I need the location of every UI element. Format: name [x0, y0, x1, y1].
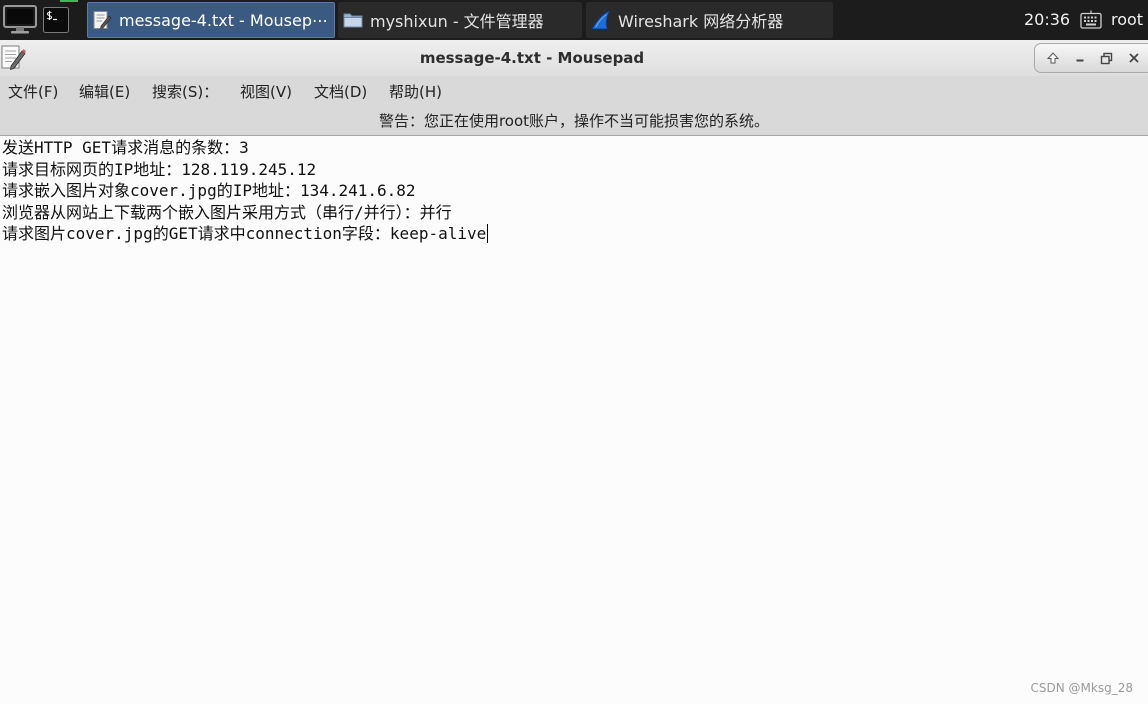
show-desktop-launcher[interactable] — [3, 5, 37, 35]
wireshark-fin-icon — [591, 9, 611, 31]
taskbar: message-4.txt - Mousep⋯ myshixun - 文件管理器… — [0, 0, 1148, 40]
task-label: message-4.txt - Mousep⋯ — [119, 10, 328, 30]
task-label: Wireshark 网络分析器 — [618, 12, 784, 31]
text-editor-area[interactable]: 发送HTTP GET请求消息的条数：3 请求目标网页的IP地址：128.119.… — [0, 136, 1148, 704]
editor-line[interactable]: 发送HTTP GET请求消息的条数：3 — [2, 137, 1148, 159]
task-button-mousepad[interactable]: message-4.txt - Mousep⋯ — [87, 2, 335, 38]
editor-line[interactable]: 请求目标网页的IP地址：128.119.245.12 — [2, 159, 1148, 181]
task-button-file-manager[interactable]: myshixun - 文件管理器 — [338, 2, 582, 38]
menu-view[interactable]: 视图(V) — [240, 81, 292, 102]
shade-button[interactable] — [1039, 44, 1066, 72]
menu-document[interactable]: 文档(D) — [314, 81, 367, 102]
close-icon — [1128, 52, 1140, 64]
shade-up-icon — [1046, 52, 1059, 64]
window-controls — [1034, 43, 1148, 73]
editor-line-text: 发送HTTP GET请求消息的条数：3 — [2, 138, 249, 157]
editor-line[interactable]: 请求嵌入图片对象cover.jpg的IP地址：134.241.6.82 — [2, 180, 1148, 202]
user-menu[interactable]: root — [1111, 10, 1143, 29]
menu-bar: 文件(F) 编辑(E) 搜索(S)： 视图(V) 文档(D) 帮助(H) — [0, 76, 1148, 104]
csdn-watermark: CSDN @Mksg_28 — [1030, 681, 1133, 695]
restore-icon — [1100, 52, 1113, 65]
editor-line[interactable]: 浏览器从网站上下载两个嵌入图片采用方式（串行/并行）：并行 — [2, 202, 1148, 224]
editor-line-text: 浏览器从网站上下载两个嵌入图片采用方式（串行/并行）：并行 — [2, 202, 452, 222]
keyboard-icon[interactable] — [1080, 10, 1102, 30]
show-desktop-icon — [3, 5, 37, 35]
panel-clock[interactable]: 20:36 — [1024, 10, 1070, 29]
terminal-launcher[interactable] — [43, 7, 69, 33]
text-editor-icon — [92, 9, 112, 31]
window-title: message-4.txt - Mousepad — [419, 49, 645, 67]
editor-line[interactable]: 请求图片cover.jpg的GET请求中connection字段：keep-al… — [2, 223, 1148, 245]
minimize-button[interactable] — [1066, 44, 1093, 72]
task-button-wireshark[interactable]: Wireshark 网络分析器 — [586, 2, 833, 38]
close-button[interactable] — [1120, 44, 1147, 72]
workspace-indicator — [60, 0, 78, 2]
window-titlebar[interactable]: message-4.txt - Mousepad — [0, 40, 1148, 76]
folder-icon — [343, 9, 363, 31]
menu-edit[interactable]: 编辑(E) — [79, 81, 130, 102]
restore-button[interactable] — [1093, 44, 1120, 72]
task-label: myshixun - 文件管理器 — [370, 12, 544, 31]
menu-file[interactable]: 文件(F) — [8, 81, 58, 102]
menu-search[interactable]: 搜索(S)： — [152, 81, 218, 102]
editor-line-text: 请求图片cover.jpg的GET请求中connection字段：keep-al… — [2, 224, 487, 243]
text-cursor — [487, 224, 489, 243]
editor-line-text: 请求嵌入图片对象cover.jpg的IP地址：134.241.6.82 — [2, 181, 416, 200]
menu-help[interactable]: 帮助(H) — [389, 81, 442, 102]
editor-line-text: 请求目标网页的IP地址：128.119.245.12 — [2, 159, 317, 179]
terminal-icon — [43, 7, 69, 33]
minimize-icon — [1074, 52, 1086, 64]
root-warning-bar: 警告：您正在使用root账户，操作不当可能损害您的系统。 — [0, 104, 1148, 135]
root-warning-text: 警告：您正在使用root账户，操作不当可能损害您的系统。 — [378, 112, 770, 130]
